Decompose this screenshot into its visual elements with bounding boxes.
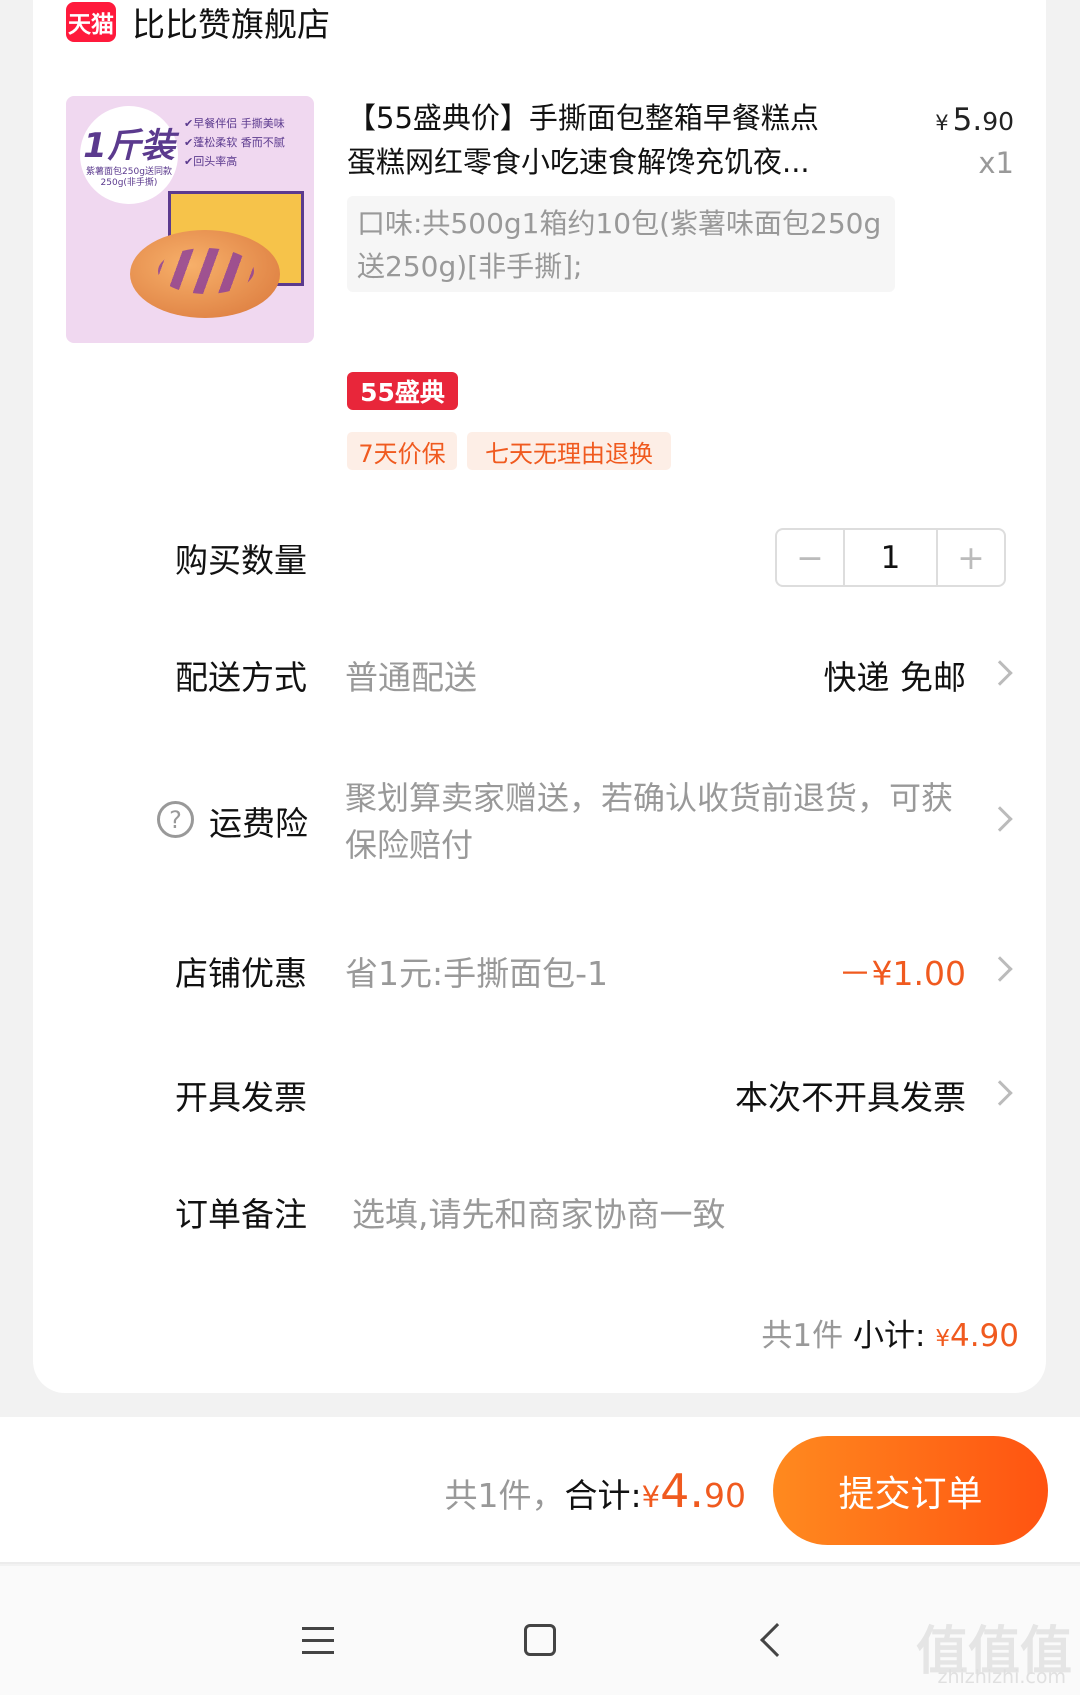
- price-currency: ¥: [935, 111, 949, 135]
- delivery-method: 普通配送: [345, 658, 477, 697]
- subtotal-count: 共1件: [761, 1318, 844, 1354]
- shop-header[interactable]: 天猫 比比赞旗舰店: [66, 0, 330, 44]
- quantity-input[interactable]: 1: [843, 530, 938, 585]
- home-icon[interactable]: [524, 1624, 556, 1656]
- shop-discount-detail: 省1元:手撕面包-1: [345, 954, 609, 993]
- total-label: 合计:: [564, 1476, 642, 1515]
- product-price: ¥5.90: [935, 102, 1014, 138]
- total-count: 共1件，: [444, 1476, 565, 1515]
- subtotal-amount: ¥4.90: [935, 1318, 1019, 1354]
- product-title[interactable]: 【55盛典价】手撕面包整箱早餐糕点 蛋糕网红零食小吃速食解馋充饥夜...: [347, 96, 877, 184]
- thumb-feature: ✔回头率高: [184, 155, 238, 168]
- help-icon[interactable]: ?: [157, 801, 194, 838]
- tmall-logo-icon: 天猫: [66, 2, 116, 42]
- shop-discount-amount[interactable]: －¥1.00: [839, 947, 966, 995]
- promo-badge: 55盛典: [347, 372, 458, 410]
- thumb-feature-list: ✔早餐伴侣 手撕美味 ✔蓬松柔软 香而不腻 ✔回头率高: [184, 114, 285, 171]
- product-title-line: 【55盛典价】手撕面包整箱早餐糕点: [347, 101, 819, 135]
- remark-input[interactable]: 选填,请先和商家协商一致: [352, 1188, 726, 1236]
- thumb-feature: ✔蓬松柔软 香而不腻: [184, 136, 285, 149]
- subtotal: 共1件 小计: ¥4.90: [761, 1310, 1019, 1355]
- thumb-feature: ✔早餐伴侣 手撕美味: [184, 117, 285, 130]
- submit-order-button[interactable]: 提交订单: [773, 1436, 1048, 1545]
- shop-name[interactable]: 比比赞旗舰店: [132, 0, 330, 46]
- product-image[interactable]: 1斤装 紫薯面包250g送同款250g(非手撕) ✔早餐伴侣 手撕美味 ✔蓬松柔…: [66, 96, 314, 343]
- quantity-stepper[interactable]: − 1 +: [775, 528, 1006, 587]
- invoice-label: 开具发票: [175, 1078, 307, 1117]
- system-nav-bar: 值值值 zhizhizhi.com: [0, 1566, 1080, 1695]
- order-total: 共1件，合计:¥4.90: [445, 1464, 746, 1518]
- increase-button[interactable]: +: [938, 530, 1004, 585]
- decrease-button[interactable]: −: [777, 530, 843, 585]
- back-icon[interactable]: [760, 1623, 794, 1657]
- product-spec[interactable]: 口味:共500g1箱约10包(紫薯味面包250g送250g)[非手撕];: [347, 196, 895, 292]
- shop-discount-label: 店铺优惠: [175, 954, 307, 993]
- remark-label: 订单备注: [175, 1195, 307, 1234]
- watermark-url: zhizhizhi.com: [937, 1666, 1066, 1688]
- delivery-label: 配送方式: [175, 658, 307, 697]
- subtotal-label: 小计:: [853, 1318, 926, 1354]
- thumb-bread: [130, 230, 280, 318]
- product-title-line: 蛋糕网红零食小吃速食解馋充饥夜...: [347, 145, 810, 179]
- product-quantity: x1: [978, 146, 1014, 180]
- price-decimal: 90: [982, 107, 1014, 136]
- thumb-weight-text: 1斤装: [83, 126, 175, 166]
- total-amount: ¥4.90: [641, 1464, 746, 1518]
- invoice-option[interactable]: 本次不开具发票: [735, 1071, 966, 1119]
- quantity-label: 购买数量: [175, 541, 307, 580]
- service-tag-return: 七天无理由退换: [467, 432, 671, 470]
- insurance-description[interactable]: 聚划算卖家赠送，若确认收货前退货，可获保险赔付: [345, 775, 965, 869]
- thumb-weight-badge: 1斤装 紫薯面包250g送同款250g(非手撕): [80, 106, 178, 204]
- thumb-weight-subtext: 紫薯面包250g送同款250g(非手撕): [86, 167, 172, 188]
- service-tag-price-protect: 7天价保: [347, 432, 457, 470]
- delivery-option[interactable]: 快递 免邮: [824, 651, 967, 699]
- menu-icon[interactable]: [302, 1627, 334, 1663]
- insurance-label: 运费险: [209, 804, 308, 843]
- price-integer: 5.: [952, 102, 983, 138]
